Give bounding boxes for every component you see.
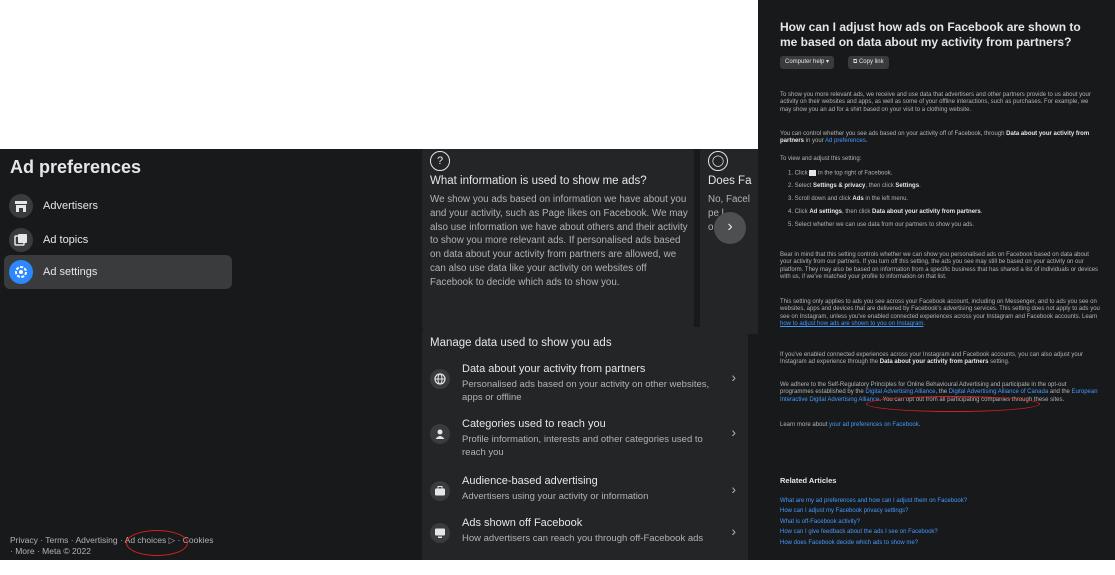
question-icon: ?	[430, 151, 450, 171]
related-article-link[interactable]: What is off-Facebook activity?	[780, 517, 967, 527]
related-article-link[interactable]: How does Facebook decide which ads to sh…	[780, 538, 967, 548]
person-circle-icon: ◯	[708, 151, 728, 171]
paragraph: This setting only applies to ads you see…	[780, 299, 1100, 327]
chevron-right-icon: ›	[731, 424, 736, 440]
steps-list: 1. Click in the top right of Facebook. 2…	[788, 170, 983, 228]
row-desc: Advertisers using your activity or infor…	[462, 491, 649, 502]
paragraph: Bear in mind that this setting controls …	[780, 252, 1099, 280]
copy-link-button[interactable]: ⧉ Copy link	[848, 56, 889, 69]
more-link[interactable]: More	[15, 546, 34, 556]
annotation-circle-edaa	[866, 396, 1040, 412]
card-title: What information is used to show me ads?	[430, 175, 647, 187]
row-desc: How advertisers can reach you through of…	[462, 533, 704, 544]
sidebar-item-label: Ad settings	[43, 266, 98, 278]
manage-data-section: Manage data used to show you ads Data ab…	[422, 327, 748, 560]
advertising-link[interactable]: Advertising	[76, 535, 118, 545]
daa-link[interactable]: Digital Advertising Alliance	[865, 389, 935, 395]
sidebar-item-label: Ad topics	[43, 234, 89, 246]
article-title: How can I adjust how ads on Facebook are…	[780, 20, 1081, 49]
row-ads-off-facebook[interactable]: Ads shown off Facebook How advertisers c…	[422, 515, 748, 575]
privacy-link[interactable]: Privacy	[10, 535, 38, 545]
meta-copyright: Meta © 2022	[42, 546, 91, 556]
storefront-icon	[9, 194, 33, 218]
chevron-right-icon: ›	[727, 218, 733, 235]
monitor-icon	[430, 523, 450, 543]
paragraph: If you've enabled connected experiences …	[780, 352, 1083, 366]
annotation-circle-ad-choices	[126, 530, 188, 556]
row-label: Audience-based advertising	[462, 475, 598, 487]
sidebar: Ad preferences Advertisers Ad topics Ad …	[0, 149, 236, 560]
chevron-right-icon: ›	[731, 481, 736, 497]
paragraph: You can control whether you see ads base…	[780, 131, 1090, 145]
row-categories[interactable]: Categories used to reach you Profile inf…	[422, 416, 748, 476]
sidebar-item-label: Advertisers	[43, 200, 99, 212]
related-articles-title: Related Articles	[780, 476, 837, 485]
row-label: Categories used to reach you	[462, 418, 606, 430]
sidebar-footer: Privacy · Terms · Advertising · Ad choic…	[10, 535, 214, 556]
caret-down-icon: ▾	[826, 59, 830, 65]
card-body: We show you ads based on information we …	[430, 194, 688, 288]
paragraph: Learn more about your ad preferences on …	[780, 422, 921, 428]
related-article-link[interactable]: How can I adjust my Facebook privacy set…	[780, 506, 967, 516]
page-title: Ad preferences	[10, 157, 142, 177]
related-article-link[interactable]: How can I give feedback about the ads I …	[780, 527, 967, 537]
terms-link[interactable]: Terms	[45, 535, 68, 545]
carousel-next-button[interactable]: ›	[714, 212, 746, 244]
section-title: Manage data used to show you ads	[430, 337, 612, 349]
ad-preferences-link[interactable]: Ad preferences	[825, 138, 866, 144]
ad-topics-icon	[9, 228, 33, 252]
gear-icon	[9, 260, 33, 284]
paragraph: To show you more relevant ads, we receiv…	[780, 92, 1091, 113]
ad-preferences-link[interactable]: your ad preferences on Facebook	[829, 422, 919, 428]
chevron-right-icon: ›	[731, 369, 736, 385]
daac-link[interactable]: Digital Advertising Alliance of Canada	[949, 389, 1048, 395]
row-data-about-activity[interactable]: Data about your activity from partners P…	[422, 361, 748, 421]
copy-icon: ⧉	[853, 59, 858, 65]
sidebar-item-ad-settings[interactable]: Ad settings	[4, 255, 232, 289]
row-label: Ads shown off Facebook	[462, 517, 583, 529]
card-title: Does Fa	[708, 175, 752, 187]
computer-help-dropdown[interactable]: Computer help ▾	[780, 56, 835, 69]
sidebar-item-ad-topics[interactable]: Ad topics	[4, 223, 232, 257]
row-label: Data about your activity from partners	[462, 363, 646, 375]
instagram-ads-link[interactable]: how to adjust how ads are shown to you o…	[780, 321, 923, 327]
help-article: How can I adjust how ads on Facebook are…	[758, 0, 1115, 560]
globe-icon	[430, 369, 450, 389]
person-icon	[430, 424, 450, 444]
info-card[interactable]: ? What information is used to show me ad…	[422, 149, 694, 334]
row-desc: Profile information, interests and other…	[462, 434, 703, 458]
related-articles-list: What are my ad preferences and how can I…	[780, 496, 967, 548]
related-article-link[interactable]: What are my ad preferences and how can I…	[780, 496, 967, 506]
chevron-right-icon: ›	[731, 523, 736, 539]
briefcase-icon	[430, 481, 450, 501]
sidebar-item-advertisers[interactable]: Advertisers	[4, 189, 232, 223]
paragraph: To view and adjust this setting:	[780, 156, 862, 162]
row-desc: Personalised ads based on your activity …	[462, 379, 710, 403]
